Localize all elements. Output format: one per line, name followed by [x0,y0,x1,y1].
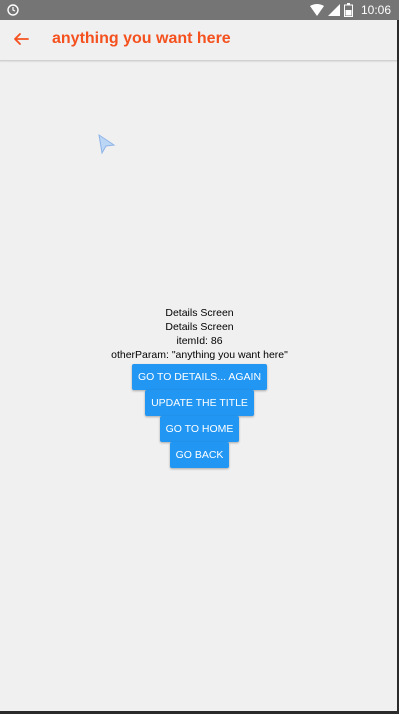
screen-subtitle: Details Screen [165,321,234,333]
other-param-text: otherParam: "anything you want here" [111,349,288,361]
go-to-details-again-button[interactable]: GO TO DETAILS... AGAIN [131,364,268,390]
go-back-button[interactable]: GO BACK [169,442,230,468]
status-icons: 10:06 [309,0,391,20]
wifi-icon [309,4,324,16]
back-button[interactable] [6,24,36,54]
go-to-home-button[interactable]: GO TO HOME [159,416,240,442]
status-bar: 10:06 [0,0,399,20]
screen-title: Details Screen [165,307,234,319]
battery-icon [343,3,353,17]
page-title: anything you want here [52,30,231,47]
item-id-text: itemId: 86 [176,335,223,347]
details-content: Details Screen Details Screen itemId: 86… [0,306,399,468]
status-time: 10:06 [360,3,391,17]
signal-icon [327,4,340,16]
update-title-button[interactable]: UPDATE THE TITLE [145,390,254,416]
arrow-left-icon [14,33,29,45]
sync-notification-icon [7,4,19,16]
app-bar: anything you want here [0,20,399,61]
cursor-icon [98,133,116,155]
